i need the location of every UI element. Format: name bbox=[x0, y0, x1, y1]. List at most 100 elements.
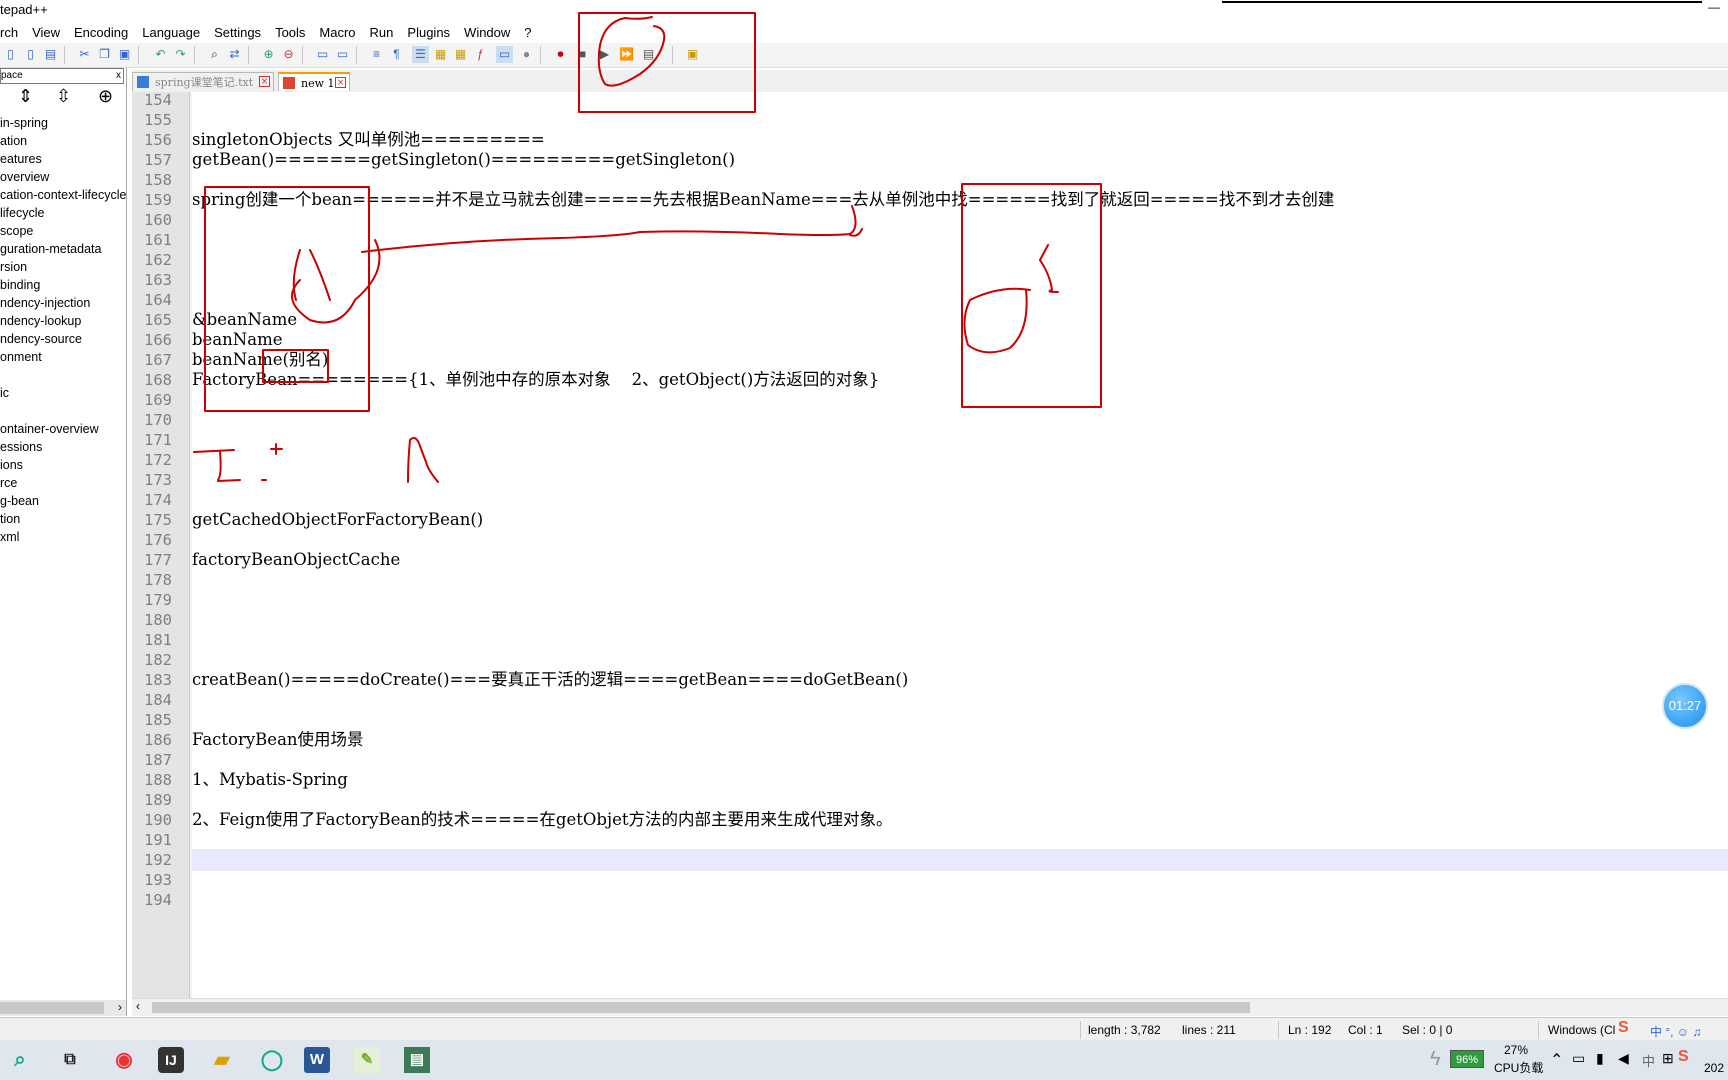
workspace-tree-item[interactable]: lifecycle bbox=[0, 204, 126, 222]
app-icon[interactable]: ▤ bbox=[404, 1047, 430, 1073]
workspace-tree-item[interactable]: ic bbox=[0, 384, 126, 402]
menu-item[interactable]: Tools bbox=[268, 25, 312, 40]
menu-item[interactable]: Encoding bbox=[67, 25, 135, 40]
workspace-tree-item[interactable]: cation-context-lifecycle bbox=[0, 186, 126, 204]
workspace-tree-item[interactable]: overview bbox=[0, 168, 126, 186]
scroll-left-icon[interactable]: ‹ bbox=[136, 999, 140, 1013]
close-panel-button[interactable]: x bbox=[116, 69, 121, 83]
keyboard-icon[interactable]: ⊞ bbox=[1662, 1050, 1674, 1067]
redo-icon[interactable]: ↷ bbox=[172, 46, 189, 63]
workspace-tree-item[interactable]: g-bean bbox=[0, 492, 126, 510]
show-hidden-icons-icon[interactable]: ⌃ bbox=[1550, 1050, 1563, 1070]
cut-icon[interactable]: ✂ bbox=[76, 46, 93, 63]
menu-item[interactable]: View bbox=[25, 25, 67, 40]
workspace-tree-item[interactable]: xml bbox=[0, 528, 126, 546]
code-line[interactable]: factoryBeanObjectCache bbox=[192, 549, 400, 571]
tab-new-1[interactable]: new 1 × bbox=[278, 72, 350, 91]
search-icon[interactable]: ⌕ bbox=[4, 1044, 36, 1076]
print-icon[interactable]: ▤ bbox=[42, 46, 59, 63]
code-line[interactable]: 1、Mybatis-Spring bbox=[192, 769, 348, 791]
workspace-tree-item[interactable]: ndency-injection bbox=[0, 294, 126, 312]
menu-item[interactable]: Plugins bbox=[400, 25, 457, 40]
paste-icon[interactable]: ▣ bbox=[116, 46, 133, 63]
sync-horizontal-icon[interactable]: ▭ bbox=[334, 46, 351, 63]
sogou-ime-icon[interactable]: S bbox=[1618, 1019, 1629, 1037]
save-macro-icon[interactable]: ▤ bbox=[640, 46, 657, 63]
playback-macro-icon[interactable]: ▶ bbox=[596, 46, 613, 63]
chrome-icon[interactable]: ◉ bbox=[108, 1044, 140, 1076]
workspace-tree-item[interactable]: eatures bbox=[0, 150, 126, 168]
open-file-icon[interactable]: ▯ bbox=[22, 46, 39, 63]
workspace-tree-item[interactable]: tion bbox=[0, 510, 126, 528]
zoom-out-icon[interactable]: ⊖ bbox=[280, 46, 297, 63]
code-line[interactable]: spring创建一个bean======并不是立马就去创建=====先去根据Be… bbox=[192, 189, 1334, 211]
code-line[interactable]: singletonObjects 又叫单例池========= bbox=[192, 129, 545, 151]
word-icon[interactable]: W bbox=[304, 1047, 330, 1073]
code-line[interactable]: getCachedObjectForFactoryBean() bbox=[192, 509, 483, 531]
new-file-icon[interactable]: ▯ bbox=[2, 46, 19, 63]
minimize-button[interactable]: — bbox=[1708, 0, 1720, 14]
editor-horizontal-scrollbar[interactable]: ‹ bbox=[132, 998, 1728, 1016]
scrollbar-thumb[interactable] bbox=[0, 1002, 104, 1014]
workspace-tree-item[interactable] bbox=[0, 366, 126, 384]
menu-item[interactable]: ? bbox=[517, 25, 538, 40]
find-icon[interactable]: ⌕ bbox=[206, 46, 223, 63]
undo-icon[interactable]: ↶ bbox=[152, 46, 169, 63]
run-macro-multiple-icon[interactable]: ⏩ bbox=[618, 46, 635, 63]
workspace-tree-item[interactable]: binding bbox=[0, 276, 126, 294]
locate-icon[interactable]: ⊕ bbox=[98, 86, 113, 107]
replace-icon[interactable]: ⇄ bbox=[226, 46, 243, 63]
sync-vertical-icon[interactable]: ▭ bbox=[314, 46, 331, 63]
workspace-tree-item[interactable]: ndency-source bbox=[0, 330, 126, 348]
task-view-icon[interactable]: ⧉ bbox=[54, 1044, 86, 1076]
microphone-icon[interactable]: ▮ bbox=[1596, 1050, 1604, 1067]
zoom-in-icon[interactable]: ⊕ bbox=[260, 46, 277, 63]
menu-item[interactable]: rch bbox=[0, 25, 25, 40]
copy-icon[interactable]: ❐ bbox=[96, 46, 113, 63]
code-line[interactable]: &beanName bbox=[192, 309, 297, 331]
code-line[interactable]: creatBean()=====doCreate()===要真正干活的逻辑===… bbox=[192, 669, 908, 691]
sogou-tray-icon[interactable]: S bbox=[1678, 1048, 1689, 1066]
show-all-chars-icon[interactable]: ¶ bbox=[388, 46, 405, 63]
workspace-tree-item[interactable]: in-spring bbox=[0, 114, 126, 132]
ime-indicator[interactable]: 中 bbox=[1642, 1051, 1655, 1070]
menu-item[interactable]: Run bbox=[363, 25, 401, 40]
expand-all-icon[interactable]: ⇕ bbox=[18, 86, 33, 107]
workspace-tree-item[interactable]: ndency-lookup bbox=[0, 312, 126, 330]
workspace-tree-item[interactable]: essions bbox=[0, 438, 126, 456]
notepad-plus-plus-icon[interactable]: ✎ bbox=[354, 1047, 380, 1073]
workspace-tree-item[interactable]: ions bbox=[0, 456, 126, 474]
plugin-icon[interactable]: ▣ bbox=[684, 46, 701, 63]
code-line[interactable]: FactoryBean使用场景 bbox=[192, 729, 364, 751]
ime-toolbar-icons[interactable]: 中 °, ☺ ♫ bbox=[1650, 1023, 1701, 1040]
workspace-tree-item[interactable]: rsion bbox=[0, 258, 126, 276]
code-line[interactable]: beanName bbox=[192, 329, 282, 351]
close-tab-icon[interactable]: × bbox=[335, 77, 346, 88]
record-macro-icon[interactable]: ⏺ bbox=[552, 46, 569, 63]
menu-item[interactable]: Settings bbox=[207, 25, 268, 40]
collapse-all-icon[interactable]: ⇳ bbox=[56, 86, 71, 107]
eol-format[interactable]: Windows (Cl bbox=[1548, 1023, 1615, 1037]
panel-horizontal-scrollbar[interactable]: › bbox=[0, 1000, 126, 1016]
recording-timer[interactable]: 01:27 bbox=[1662, 683, 1708, 729]
workspace-tree-item[interactable]: scope bbox=[0, 222, 126, 240]
menu-item[interactable]: Language bbox=[135, 25, 207, 40]
messenger-icon[interactable]: ◯ bbox=[256, 1044, 288, 1076]
code-line[interactable]: getBean()=======getSingleton()=========g… bbox=[192, 149, 735, 171]
battery-indicator[interactable]: 96% bbox=[1450, 1050, 1484, 1068]
workspace-tree-item[interactable]: onment bbox=[0, 348, 126, 366]
stop-recording-icon[interactable]: ■ bbox=[574, 46, 591, 63]
workspace-tree-item[interactable]: guration-metadata bbox=[0, 240, 126, 258]
word-wrap-icon[interactable]: ≡ bbox=[368, 46, 385, 63]
folder-as-workspace-icon[interactable]: ▭ bbox=[496, 46, 513, 63]
indent-guide-icon[interactable]: ☰ bbox=[412, 46, 429, 63]
monitoring-icon[interactable]: ● bbox=[518, 46, 535, 63]
function-list-icon[interactable]: ƒ bbox=[472, 46, 489, 63]
menu-item[interactable]: Window bbox=[457, 25, 517, 40]
workspace-tree-item[interactable] bbox=[0, 402, 126, 420]
workspace-tree-item[interactable]: ontainer-overview bbox=[0, 420, 126, 438]
code-line[interactable]: 2、Feign使用了FactoryBean的技术=====在getObjet方法… bbox=[192, 809, 893, 831]
editor-area[interactable]: 154 155 156 singletonObjects 又叫单例池=========… bbox=[132, 91, 1728, 998]
menu-item[interactable]: Macro bbox=[312, 25, 362, 40]
code-line[interactable]: FactoryBean========{1、单例池中存的原本对象 2、getOb… bbox=[192, 369, 879, 391]
